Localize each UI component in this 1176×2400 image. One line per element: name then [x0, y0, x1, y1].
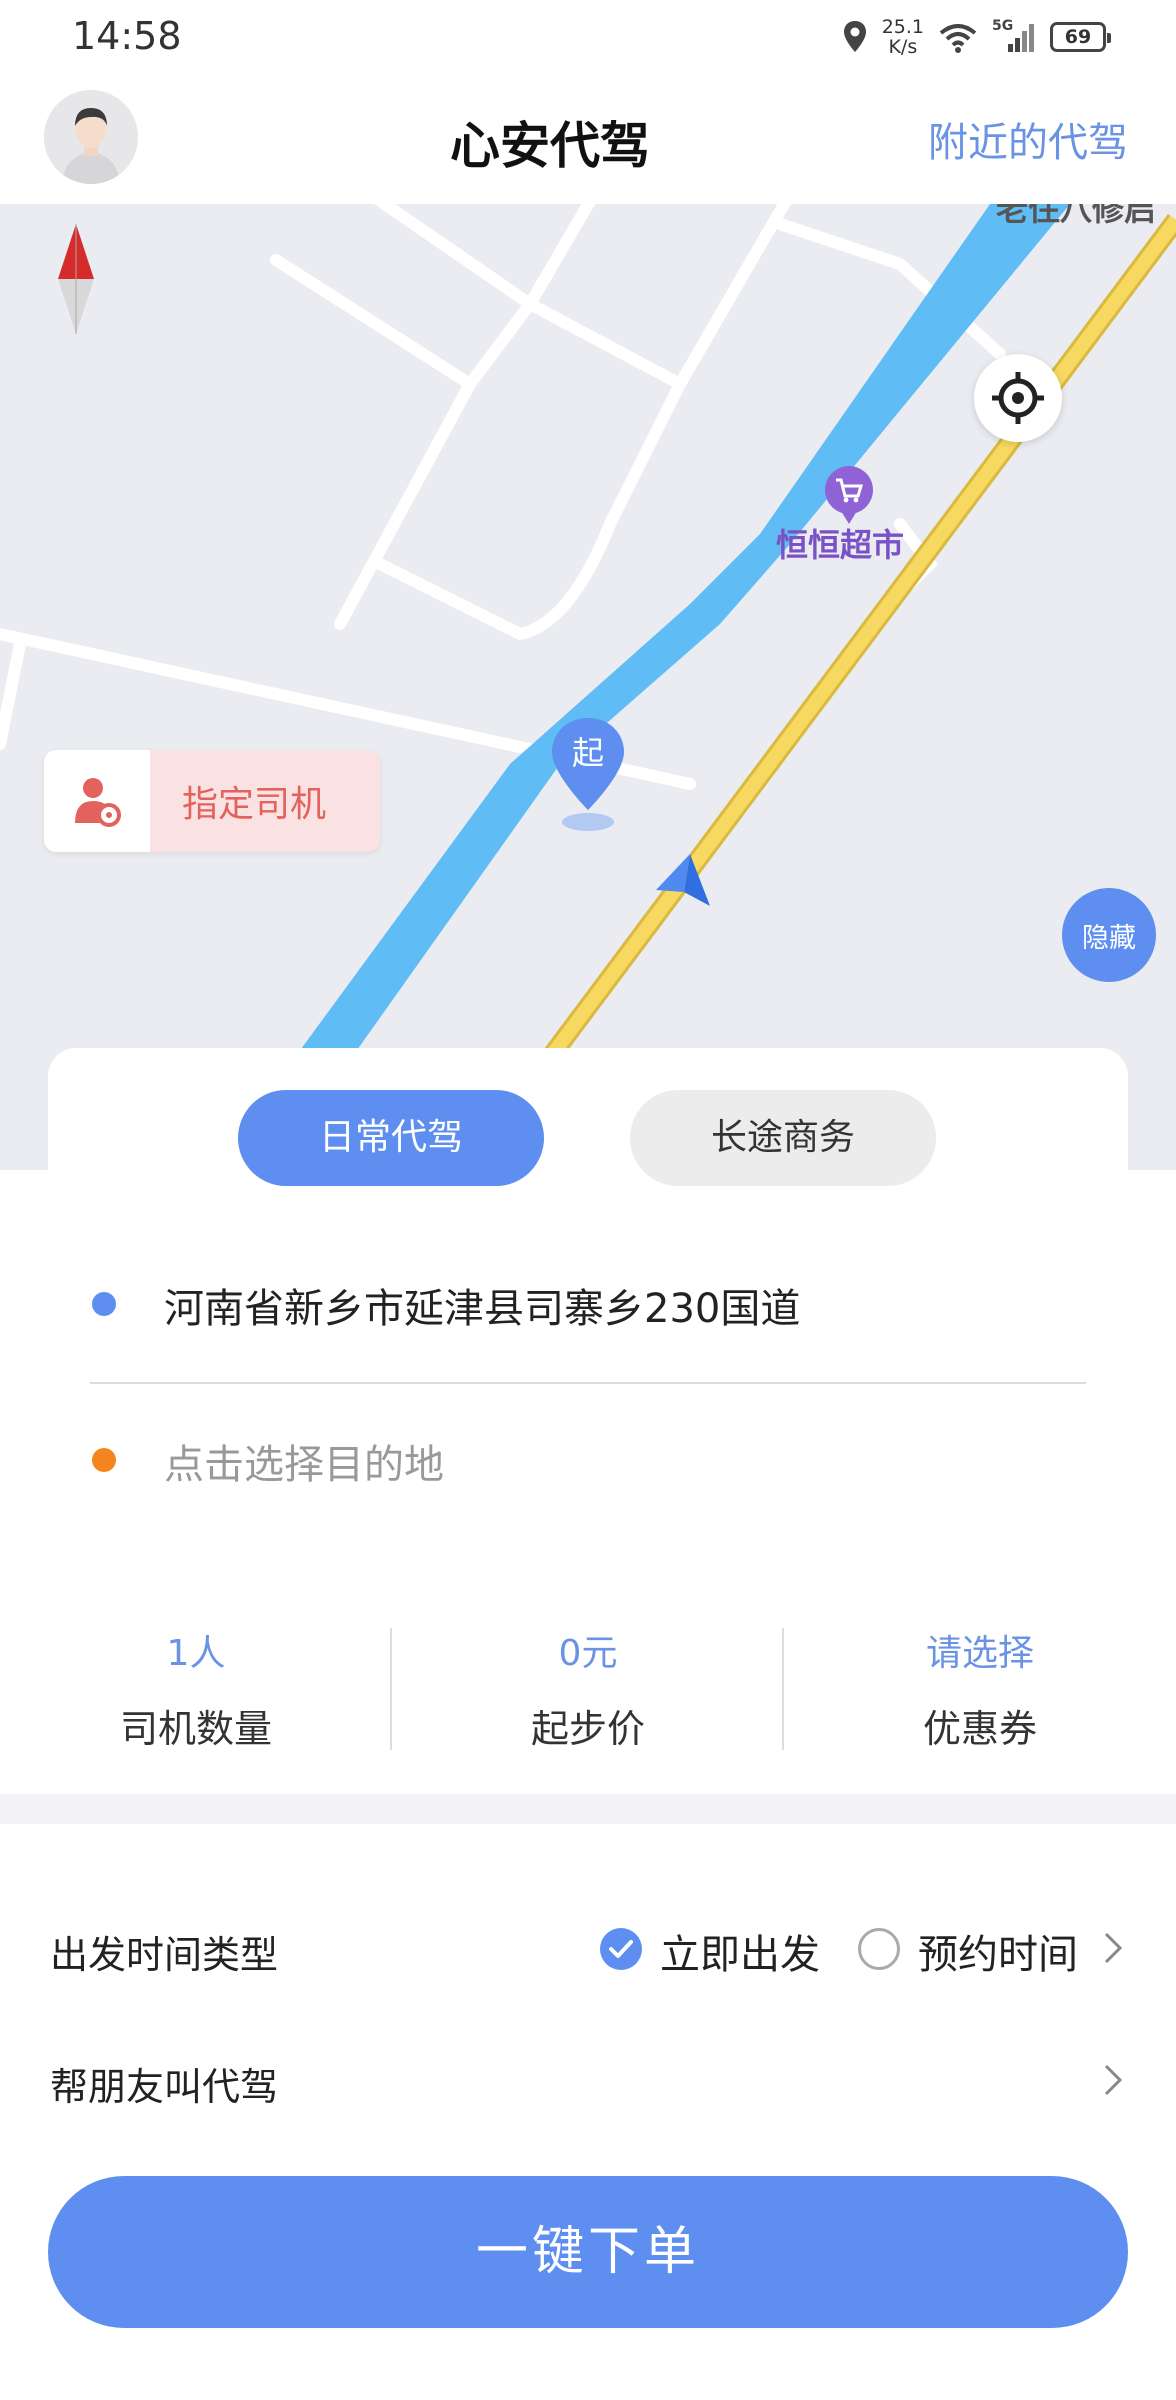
- status-time: 14:58: [72, 14, 182, 58]
- map-place-label: 老住八修启: [996, 204, 1157, 228]
- call-for-friend-label: 帮朋友叫代驾: [50, 2065, 279, 2109]
- base-price-stat: 0元 起步价: [392, 1610, 784, 1760]
- address-divider: [90, 1382, 1086, 1384]
- locate-button[interactable]: [974, 354, 1062, 442]
- app-header: 心安代驾 附近的代驾: [0, 76, 1176, 204]
- driver-count-label: 司机数量: [119, 1707, 272, 1751]
- map-view[interactable]: 老住八修启 恒恒超市 指定司机 起 隐藏: [0, 204, 1176, 1170]
- start-dot-icon: [92, 1292, 116, 1316]
- destination-input[interactable]: 点击选择目的地: [164, 1432, 444, 1490]
- compass-icon[interactable]: [56, 224, 96, 334]
- status-icons: 25.1 K/s 5G 69: [842, 14, 1111, 60]
- base-price-value: 0元: [558, 1633, 618, 1674]
- driver-count-value: 1人: [166, 1633, 226, 1674]
- call-for-friend-row[interactable]: 帮朋友叫代驾: [0, 2024, 1176, 2134]
- assign-driver-icon-box: [44, 750, 150, 852]
- battery-icon: 69: [1050, 22, 1111, 52]
- tab-daily-driving[interactable]: 日常代驾: [238, 1090, 544, 1186]
- tab-long-distance-business[interactable]: 长途商务: [630, 1090, 936, 1186]
- location-icon: [843, 21, 866, 52]
- chevron-right-icon[interactable]: [1098, 1930, 1128, 1966]
- net-speed-value: 25.1: [881, 16, 924, 38]
- coupon-value: 请选择: [925, 1633, 1034, 1674]
- wifi-icon: [939, 24, 977, 53]
- order-stats: 1人 司机数量 0元 起步价 请选择 优惠券: [0, 1610, 1176, 1760]
- nearby-drivers-link[interactable]: 附近的代驾: [928, 110, 1128, 168]
- scheduled-radio[interactable]: [858, 1928, 900, 1970]
- net-speed: 25.1 K/s: [882, 17, 924, 57]
- poi-label[interactable]: 恒恒超市: [776, 520, 904, 566]
- place-order-button[interactable]: 一键下单: [48, 2176, 1128, 2328]
- immediate-label[interactable]: 立即出发: [660, 1922, 820, 1980]
- scheduled-label[interactable]: 预约时间: [918, 1922, 1078, 1980]
- signal-icon: [1008, 24, 1034, 52]
- driver-icon: [75, 778, 121, 827]
- coupon-stat[interactable]: 请选择 优惠券: [784, 1610, 1176, 1760]
- departure-time-row: 出发时间类型 立即出发 预约时间: [0, 1892, 1176, 2002]
- map-river: [240, 204, 1070, 1170]
- map-canvas[interactable]: [0, 204, 1176, 1170]
- start-address[interactable]: 河南省新乡市延津县司寨乡230国道: [164, 1276, 800, 1334]
- booking-card: 日常代驾 长途商务 河南省新乡市延津县司寨乡230国道 点击选择目的地: [48, 1048, 1128, 1536]
- section-divider: [0, 1794, 1176, 1824]
- current-location-arrow-icon: [656, 854, 710, 906]
- base-price-label: 起步价: [530, 1707, 645, 1751]
- checkmark-icon: [609, 1940, 633, 1958]
- immediate-radio[interactable]: [600, 1928, 642, 1970]
- driver-count-stat[interactable]: 1人 司机数量: [0, 1610, 392, 1760]
- crosshair-icon: [992, 372, 1044, 424]
- destination-dot-icon: [92, 1448, 116, 1472]
- coupon-label: 优惠券: [922, 1707, 1037, 1751]
- cellular-group: 5G: [992, 18, 1036, 54]
- start-marker[interactable]: 起: [548, 714, 628, 834]
- departure-time-label: 出发时间类型: [50, 1933, 279, 1977]
- status-bar: 14:58 25.1 K/s 5G 69: [0, 0, 1176, 76]
- supermarket-poi-icon[interactable]: [825, 466, 873, 524]
- assign-driver-label: 指定司机: [182, 784, 327, 825]
- hide-button[interactable]: 隐藏: [1062, 888, 1156, 982]
- start-marker-label: 起: [571, 734, 604, 772]
- net-speed-unit: K/s: [888, 36, 918, 58]
- assign-driver-button[interactable]: 指定司机: [44, 750, 380, 852]
- map-highway: [457, 214, 1176, 1170]
- chevron-right-icon: [1104, 2064, 1123, 2096]
